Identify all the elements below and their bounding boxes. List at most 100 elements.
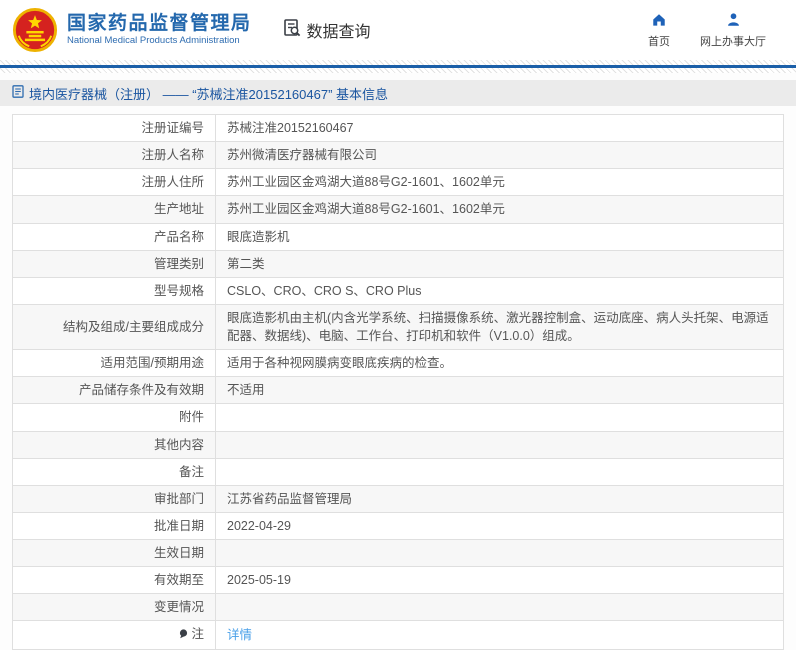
field-label-text: 生产地址 [153,202,204,217]
field-value: 苏州工业园区金鸡湖大道88号G2-1601、1602单元 [215,168,784,197]
field-value: 详情 [215,620,784,650]
national-emblem-icon [12,7,58,53]
field-label: 产品名称 [12,222,216,251]
field-label-text: 审批部门 [153,491,204,506]
field-value: 眼底造影机 [215,222,784,251]
field-label-text: 备注 [178,464,204,479]
table-row: 结构及组成/主要组成成分 眼底造影机由主机(内含光学系统、扫描摄像系统、激光器控制… [12,303,784,351]
table-row: 附件 [12,403,784,432]
field-label-text: 注 [191,627,204,642]
field-label: 注册人住所 [12,168,216,197]
table-row: 管理类别 第二类 [12,249,784,278]
detail-link[interactable]: 详情 [227,628,252,642]
document-search-icon [282,18,302,43]
field-label: 生效日期 [12,538,216,568]
note-icon [179,626,188,644]
field-label-text: 附件 [178,410,204,425]
table-row: 适用范围/预期用途 适用于各种视网膜病变眼底疾病的检查。 [12,349,784,378]
field-label-text: 产品储存条件及有效期 [78,383,204,398]
table-row: 型号规格 CSLO、CRO、CRO S、CRO Plus [12,276,784,305]
table-row: 审批部门 江苏省药品监督管理局 [12,484,784,513]
field-label-text: 适用范围/预期用途 [100,356,204,371]
field-label-text: 其他内容 [153,437,204,452]
field-label-text: 型号规格 [153,283,204,298]
field-value [215,593,784,622]
field-label: 备注 [12,457,216,486]
field-label: 注 [12,620,216,650]
table-row: 变更情况 [12,593,784,622]
field-label-text: 生效日期 [153,546,204,560]
field-label-text: 注册人住所 [141,175,204,190]
field-label-text: 产品名称 [153,229,204,244]
registration-info-table-wrap: 注册证编号 苏械注准20152160467 注册人名称 苏州微清医疗器械有限公司 注册人… [12,113,784,650]
field-label-text: 注册人名称 [141,148,204,163]
header-nav: 首页 网上办事大厅 [648,12,782,49]
field-label-text: 结构及组成/主要组成成分 [63,319,204,334]
data-query-section[interactable]: 数据查询 [282,18,371,43]
breadcrumb-text: 境内医疗器械（注册） —— “苏械注准20152160467” 基本信息 [29,86,389,102]
field-value: 不适用 [215,376,784,405]
document-icon [12,85,24,101]
field-label: 型号规格 [12,276,216,305]
field-label-text: 批准日期 [153,518,204,533]
table-row: 生效日期 [12,538,784,568]
field-label: 批准日期 [12,511,216,541]
field-value: 2025-05-19 [215,566,784,595]
site-title-block: 国家药品监督管理局 National Medical Products Admi… [67,13,252,48]
field-label: 生产地址 [12,195,216,224]
field-label: 有效期至 [12,566,216,595]
table-row: 批准日期 2022-04-29 [12,511,784,541]
table-row: 备注 [12,457,784,486]
field-label: 适用范围/预期用途 [12,349,216,378]
data-query-label: 数据查询 [306,24,371,41]
divider-hatch-bottom [0,68,796,73]
table-row: 产品名称 眼底造影机 [12,222,784,251]
field-value: 苏州微清医疗器械有限公司 [215,141,784,170]
field-label: 附件 [12,403,216,432]
field-label: 产品储存条件及有效期 [12,376,216,405]
table-row: 产品储存条件及有效期 不适用 [12,376,784,405]
field-value: CSLO、CRO、CRO S、CRO Plus [215,276,784,305]
home-icon [651,12,667,30]
field-label-text: 注册证编号 [141,121,204,135]
field-value: 苏械注准20152160467 [215,113,784,143]
field-value [215,430,784,459]
field-label: 结构及组成/主要组成成分 [12,303,216,351]
table-row: 注册人住所 苏州工业园区金鸡湖大道88号G2-1601、1602单元 [12,168,784,197]
site-header: 国家药品监督管理局 National Medical Products Admi… [0,0,796,60]
table-row: 注 详情 [12,620,784,650]
breadcrumb-bar: 境内医疗器械（注册） —— “苏械注准20152160467” 基本信息 [0,80,796,106]
table-row: 注册证编号 苏械注准20152160467 [12,113,784,143]
table-row: 注册人名称 苏州微清医疗器械有限公司 [12,141,784,170]
field-value [215,403,784,432]
nav-item-home[interactable]: 首页 [648,12,670,49]
site-subtitle: National Medical Products Administration [67,35,240,47]
field-label: 其他内容 [12,430,216,459]
field-value [215,538,784,568]
nav-item-service-hall[interactable]: 网上办事大厅 [700,12,766,49]
table-row: 其他内容 [12,430,784,459]
table-row: 生产地址 苏州工业园区金鸡湖大道88号G2-1601、1602单元 [12,195,784,224]
breadcrumb: 境内医疗器械（注册） —— “苏械注准20152160467” 基本信息 [12,84,388,103]
field-label-text: 变更情况 [153,600,204,615]
field-value: 苏州工业园区金鸡湖大道88号G2-1601、1602单元 [215,195,784,224]
field-label: 审批部门 [12,484,216,513]
registration-info-table: 注册证编号 苏械注准20152160467 注册人名称 苏州微清医疗器械有限公司 注册人… [12,113,784,650]
field-label: 变更情况 [12,593,216,622]
field-value: 眼底造影机由主机(内含光学系统、扫描摄像系统、激光器控制盒、运动底座、病人头托架… [215,303,784,351]
nav-item-label: 首页 [648,35,670,48]
nav-item-label: 网上办事大厅 [700,35,766,48]
field-value [215,457,784,486]
field-label: 注册人名称 [12,141,216,170]
field-value: 2022-04-29 [215,511,784,541]
field-value: 江苏省药品监督管理局 [215,484,784,513]
registration-table-body: 注册证编号 苏械注准20152160467 注册人名称 苏州微清医疗器械有限公司 注册人… [12,113,784,650]
field-label-text: 管理类别 [153,256,204,271]
table-row: 有效期至 2025-05-19 [12,566,784,595]
person-icon [726,12,741,30]
field-value: 第二类 [215,249,784,278]
field-value: 适用于各种视网膜病变眼底疾病的检查。 [215,349,784,378]
field-label: 管理类别 [12,249,216,278]
site-title: 国家药品监督管理局 [67,12,252,34]
field-label: 注册证编号 [12,113,216,143]
